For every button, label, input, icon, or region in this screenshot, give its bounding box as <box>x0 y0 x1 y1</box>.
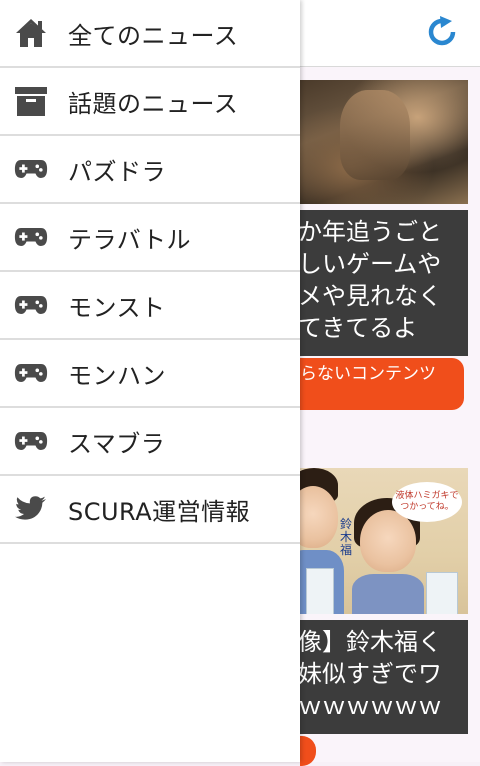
nav-item-monst[interactable]: モンスト <box>0 272 300 340</box>
refresh-button[interactable] <box>424 14 460 50</box>
nav-item-label: モンスト <box>68 293 166 322</box>
caption-line: 像】鈴木福く <box>300 628 442 656</box>
gamepad-icon <box>14 220 48 254</box>
nav-item-smabura[interactable]: スマブラ <box>0 408 300 476</box>
nav-item-label: SCURA運営情報 <box>68 497 251 526</box>
nav-item-terra-battle[interactable]: テラバトル <box>0 204 300 272</box>
article-caption[interactable]: か年追うごと しいゲームや メや見れなく てきてるよ <box>300 210 468 356</box>
gamepad-icon <box>14 424 48 458</box>
caption-line: 妹似すぎでワ <box>300 660 442 688</box>
nav-item-label: モンハン <box>68 361 166 390</box>
nav-item-monhan[interactable]: モンハン <box>0 340 300 408</box>
nav-item-label: テラバトル <box>68 225 191 254</box>
article-caption[interactable]: 像】鈴木福く 妹似すぎでワ ｗｗｗｗｗｗ <box>300 620 468 734</box>
related-content-label: らないコンテンツ <box>300 364 436 384</box>
caption-line: メや見れなく <box>300 282 442 310</box>
nav-item-label: 全てのニュース <box>68 21 239 50</box>
nav-item-scura-info[interactable]: SCURA運営情報 <box>0 476 300 544</box>
nav-item-label: 話題のニュース <box>68 89 239 118</box>
twitter-icon <box>14 492 48 526</box>
article-thumbnail[interactable] <box>300 80 468 204</box>
archive-icon <box>14 84 48 118</box>
nav-item-label: スマブラ <box>68 429 166 458</box>
article-thumbnail[interactable]: 液体ハミガキで つかってね。 鈴木福 <box>300 468 468 614</box>
nav-item-label: パズドラ <box>68 157 166 186</box>
caption-line: ｗｗｗｗｗｗ <box>300 692 442 720</box>
nav-item-pazudora[interactable]: パズドラ <box>0 136 300 204</box>
gamepad-icon <box>14 288 48 322</box>
related-content-button[interactable]: らないコンテンツ <box>300 358 464 410</box>
nav-item-all-news[interactable]: 全てのニュース <box>0 0 300 68</box>
image-label: 鈴木福 <box>340 517 353 557</box>
caption-line: しいゲームや <box>300 250 442 278</box>
gamepad-icon <box>14 152 48 186</box>
home-icon <box>14 16 48 50</box>
gamepad-icon <box>14 356 48 390</box>
caption-line: か年追うごと <box>300 218 442 246</box>
navigation-drawer: 全てのニュース 話題のニュース パズドラ テラバトル モンスト モンハン スマブ… <box>0 0 300 762</box>
caption-line: てきてるよ <box>300 314 418 342</box>
speech-bubble: 液体ハミガキで つかってね。 <box>392 482 462 522</box>
refresh-icon <box>428 16 456 46</box>
nav-item-trending-news[interactable]: 話題のニュース <box>0 68 300 136</box>
